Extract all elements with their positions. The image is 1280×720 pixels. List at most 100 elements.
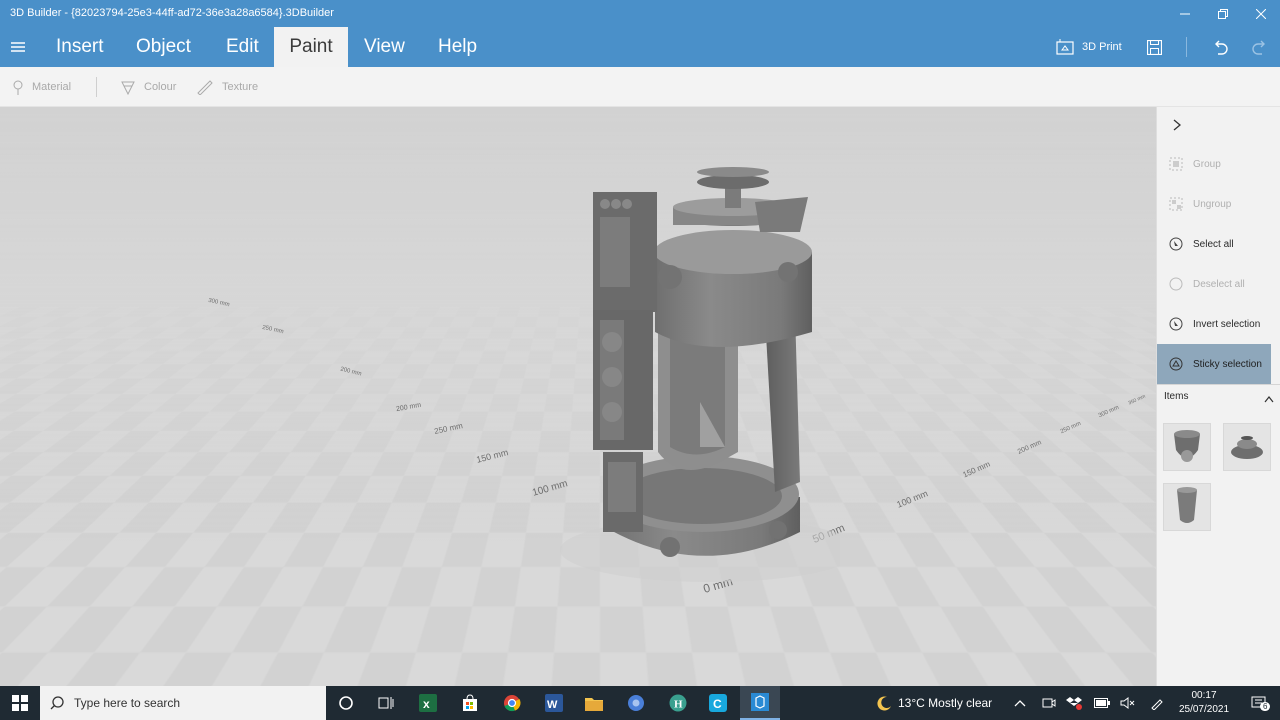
excel-icon: x <box>419 694 437 712</box>
clock-date: 25/07/2021 <box>1178 704 1230 715</box>
cortana-button[interactable] <box>326 686 366 720</box>
invert-selection-icon <box>1169 317 1183 331</box>
3d-builder-app[interactable] <box>740 686 780 720</box>
taskbar-clock[interactable]: 00:17 25/07/2021 <box>1176 689 1232 717</box>
undo-button[interactable] <box>1206 27 1234 67</box>
chromium-icon <box>628 695 644 711</box>
texture-tool[interactable]: Texture <box>196 67 258 107</box>
chrome-icon <box>504 695 521 712</box>
ungroup-icon <box>1169 197 1183 211</box>
cura-icon: C <box>709 694 727 712</box>
ungroup-label: Ungroup <box>1193 198 1232 210</box>
start-button[interactable] <box>0 686 40 720</box>
cura-app[interactable]: C <box>698 686 738 720</box>
show-hidden-icons[interactable] <box>1014 686 1026 720</box>
tab-object[interactable]: Object <box>120 27 207 67</box>
redo-icon <box>1252 40 1265 55</box>
material-tool[interactable]: Material <box>12 67 71 107</box>
window-title: 3D Builder - {82023794-25e3-44ff-ad72-36… <box>10 7 334 19</box>
store-app[interactable] <box>450 686 490 720</box>
svg-text:H: H <box>674 699 683 711</box>
tray-dropbox-icon[interactable] <box>1066 686 1082 720</box>
item-thumbnail[interactable] <box>1223 423 1271 471</box>
tray-pen-icon[interactable] <box>1150 686 1164 720</box>
tab-help[interactable]: Help <box>422 27 493 67</box>
taskbar-search[interactable]: Type here to search <box>40 686 326 720</box>
search-placeholder: Type here to search <box>74 696 181 710</box>
chevron-up-icon <box>1014 700 1026 707</box>
notifications-button[interactable]: 6 <box>1244 686 1274 720</box>
item-thumbnail[interactable] <box>1163 423 1211 471</box>
items-header[interactable]: Items <box>1164 391 1274 403</box>
browser-app[interactable] <box>616 686 656 720</box>
undo-icon <box>1215 40 1228 55</box>
hub-app[interactable]: H <box>658 686 698 720</box>
invert-selection-button[interactable]: Invert selection <box>1157 304 1271 344</box>
item-thumbnail-image <box>1174 430 1200 462</box>
3d-print-button[interactable]: 3D Print <box>1056 27 1122 67</box>
selection-panel: Group Ungroup Select all Deselect all In… <box>1156 107 1280 686</box>
paint-toolbar: Material Colour Texture <box>0 67 1280 107</box>
maximize-button[interactable] <box>1204 0 1242 27</box>
tab-insert[interactable]: Insert <box>40 27 120 67</box>
material-icon <box>13 80 23 95</box>
windows-logo-icon <box>12 695 28 711</box>
collapse-panel-button[interactable] <box>1167 115 1187 135</box>
task-view-icon <box>378 697 394 709</box>
meet-now-icon <box>1042 698 1056 708</box>
tray-battery-icon[interactable] <box>1094 686 1110 720</box>
deselect-all-button[interactable]: Deselect all <box>1157 264 1271 304</box>
deselect-all-icon <box>1169 277 1183 291</box>
group-icon <box>1169 157 1183 171</box>
invert-selection-label: Invert selection <box>1193 318 1261 330</box>
minimize-button[interactable] <box>1166 0 1204 27</box>
hamburger-button[interactable] <box>6 35 30 59</box>
select-all-button[interactable]: Select all <box>1157 224 1271 264</box>
menu-bar: Insert Object Edit Paint View Help 3D Pr… <box>0 27 1280 67</box>
select-all-label: Select all <box>1193 238 1234 250</box>
ungroup-button[interactable]: Ungroup <box>1157 184 1271 224</box>
item-thumbnail-image <box>1177 487 1197 523</box>
select-all-icon <box>1169 237 1183 251</box>
search-icon <box>50 696 64 710</box>
material-label: Material <box>32 81 72 93</box>
tray-meet-icon[interactable] <box>1042 686 1056 720</box>
task-view-button[interactable] <box>366 686 406 720</box>
close-button[interactable] <box>1242 0 1280 27</box>
texture-label: Texture <box>222 81 259 93</box>
save-icon <box>1146 39 1162 55</box>
chrome-app[interactable] <box>492 686 532 720</box>
notification-count: 6 <box>1260 702 1271 711</box>
colour-label: Colour <box>144 81 177 93</box>
excel-app[interactable]: x <box>408 686 448 720</box>
title-bar: 3D Builder - {82023794-25e3-44ff-ad72-36… <box>0 0 1280 27</box>
svg-text:C: C <box>713 697 722 711</box>
sticky-selection-button[interactable]: Sticky selection <box>1157 344 1271 384</box>
panel-divider <box>1157 384 1280 385</box>
save-button[interactable] <box>1140 27 1168 67</box>
3d-model[interactable] <box>560 162 840 582</box>
item-thumbnail[interactable] <box>1163 483 1211 531</box>
toolbar-separator <box>96 77 97 97</box>
redo-button[interactable] <box>1246 27 1274 67</box>
folder-icon <box>585 698 603 711</box>
tray-volume-icon[interactable] <box>1120 686 1136 720</box>
tab-edit[interactable]: Edit <box>210 27 275 67</box>
close-icon <box>1256 8 1266 19</box>
tab-view[interactable]: View <box>348 27 421 67</box>
svg-text:W: W <box>547 699 558 711</box>
word-app[interactable]: W <box>534 686 574 720</box>
tab-paint[interactable]: Paint <box>274 27 348 67</box>
colour-tool[interactable]: Colour <box>120 67 176 107</box>
group-button[interactable]: Group <box>1157 144 1271 184</box>
file-explorer-app[interactable] <box>574 686 614 720</box>
sticky-selection-icon <box>1169 357 1183 371</box>
brush-icon <box>197 80 213 95</box>
clock-time: 00:17 <box>1191 690 1217 701</box>
menu-divider <box>1186 37 1187 57</box>
svg-text:x: x <box>423 697 430 711</box>
printer-3d-icon <box>1056 39 1074 55</box>
cortana-icon <box>339 696 353 710</box>
3d-viewport[interactable]: 300 mm 250 mm 200 mm 200 mm 250 mm 150 m… <box>0 107 1156 686</box>
weather-widget[interactable]: 13°C Mostly clear <box>876 686 992 720</box>
